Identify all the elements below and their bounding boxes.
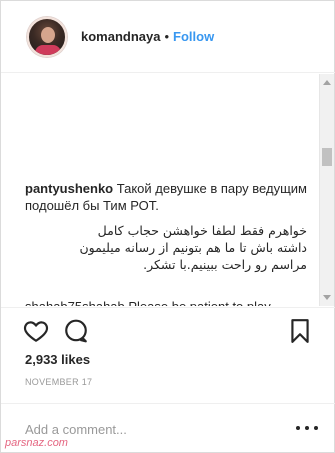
more-dot [305, 426, 309, 430]
likes-count[interactable]: 2,933 likes [25, 352, 90, 367]
comment-item: pantyushenko Такой девушке в пару ведущи… [25, 180, 313, 214]
post-header: komandnaya • Follow [1, 1, 335, 73]
more-options-icon[interactable] [293, 418, 321, 438]
heart-icon [23, 321, 49, 342]
comments-list[interactable]: pantyushenko Такой девушке в пару ведущи… [1, 74, 319, 306]
scroll-down-arrow-icon[interactable] [323, 295, 331, 300]
comment-icon [65, 319, 87, 343]
scroll-up-arrow-icon[interactable] [323, 80, 331, 85]
avatar-clothing [35, 44, 61, 55]
comment-username[interactable]: pantyushenko [25, 181, 113, 196]
post-actions [1, 307, 335, 353]
post-frame: komandnaya • Follow pantyushenko Такой д… [0, 0, 335, 453]
like-button[interactable] [23, 318, 49, 344]
author-username[interactable]: komandnaya [81, 29, 160, 44]
comments-scrollbar[interactable] [319, 74, 334, 306]
bookmark-icon [291, 319, 309, 343]
header-separator: • [164, 29, 170, 44]
save-button[interactable] [288, 318, 314, 344]
avatar-face [41, 26, 55, 43]
avatar[interactable] [27, 16, 67, 57]
more-dot [296, 426, 300, 430]
follow-button[interactable]: Follow [173, 29, 214, 44]
watermark: parsnaz.com [5, 437, 68, 449]
scroll-thumb[interactable] [322, 148, 332, 166]
comment-preview-partial: shahab75shahab Please be patient to play [25, 298, 319, 306]
comment-persian-text: خواهرم فقط لطفا خواهشن حجاب کامل داشته ب… [79, 223, 307, 272]
post-date: NOVEMBER 17 [25, 377, 93, 387]
comment-button[interactable] [63, 318, 89, 344]
comment-input[interactable] [25, 419, 285, 439]
more-dot [314, 426, 318, 430]
